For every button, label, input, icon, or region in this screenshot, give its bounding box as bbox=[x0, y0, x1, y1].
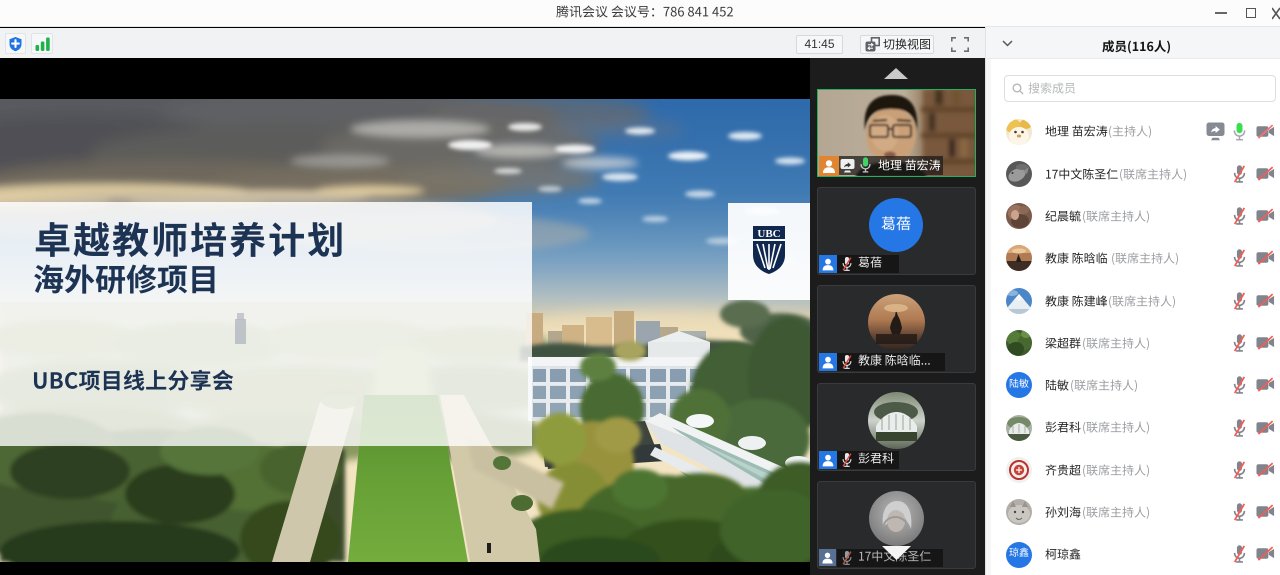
svg-text:UBC: UBC bbox=[757, 228, 780, 240]
